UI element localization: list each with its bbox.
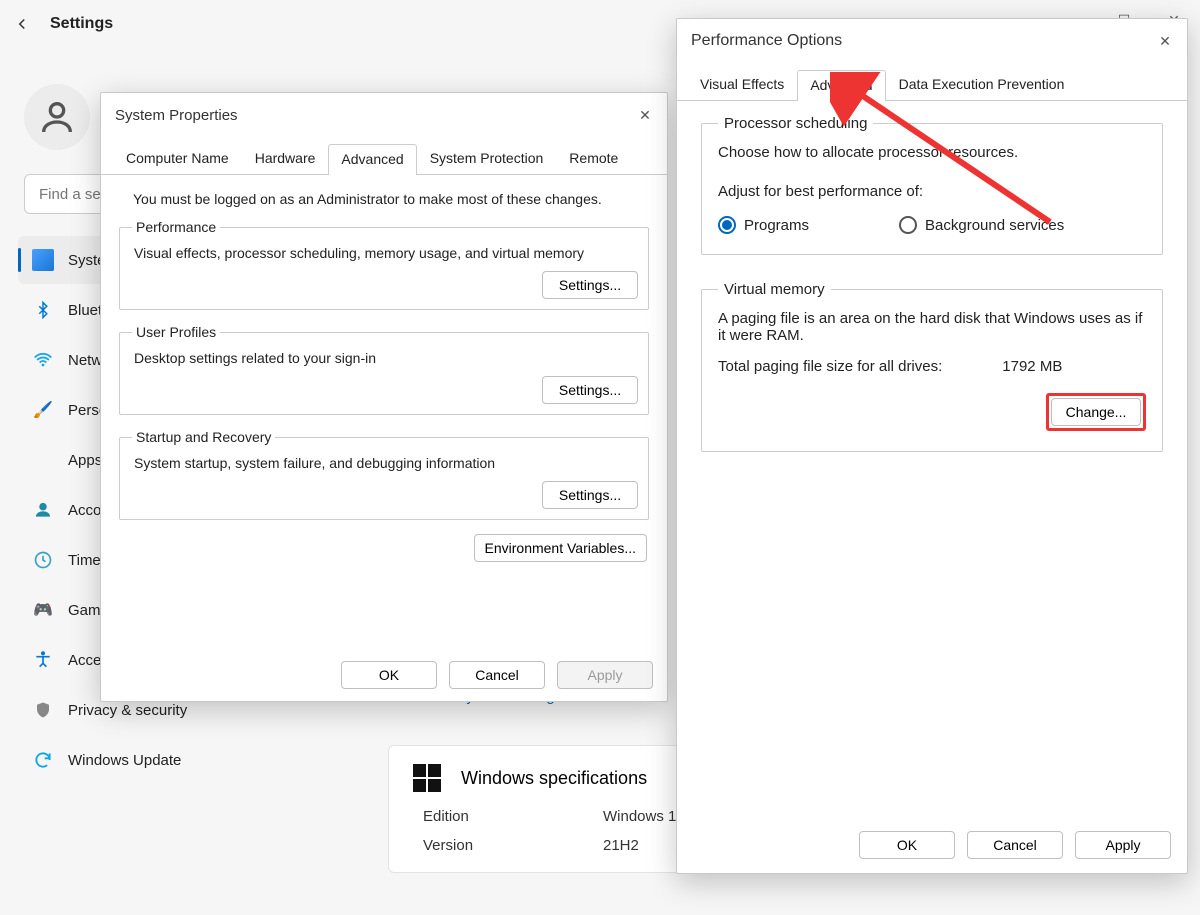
accounts-icon xyxy=(32,499,54,521)
tab-dep[interactable]: Data Execution Prevention xyxy=(886,69,1078,100)
profiles-desc: Desktop settings related to your sign-in xyxy=(134,350,636,366)
spec-key: Version xyxy=(423,837,603,854)
avatar-icon xyxy=(24,84,90,150)
ok-button[interactable]: OK xyxy=(859,831,955,859)
vm-total-label: Total paging file size for all drives: xyxy=(718,358,942,375)
virtual-memory-section: Virtual memory A paging file is an area … xyxy=(701,281,1163,452)
time-icon xyxy=(32,549,54,571)
spec-title: Windows specifications xyxy=(461,768,647,789)
close-icon[interactable]: ✕ xyxy=(1153,29,1177,53)
change-button[interactable]: Change... xyxy=(1051,398,1141,426)
nav-label: Apps xyxy=(68,452,102,469)
tab-visual-effects[interactable]: Visual Effects xyxy=(687,69,797,100)
ok-button[interactable]: OK xyxy=(341,661,437,689)
vm-desc: A paging file is an area on the hard dis… xyxy=(718,310,1146,344)
dialog-title: System Properties xyxy=(101,93,667,137)
accessibility-icon xyxy=(32,649,54,671)
user-profiles-section: User Profiles Desktop settings related t… xyxy=(119,324,649,415)
processor-scheduling-section: Processor scheduling Choose how to alloc… xyxy=(701,115,1163,255)
system-icon xyxy=(32,249,54,271)
settings-title: Settings xyxy=(50,15,113,33)
tab-row: Visual Effects Advanced Data Execution P… xyxy=(677,63,1187,101)
vm-legend: Virtual memory xyxy=(718,281,831,298)
startup-settings-button[interactable]: Settings... xyxy=(542,481,638,509)
tab-advanced[interactable]: Advanced xyxy=(328,144,416,175)
bluetooth-icon xyxy=(32,299,54,321)
proc-legend: Processor scheduling xyxy=(718,115,873,132)
update-icon xyxy=(32,749,54,771)
radio-background-services[interactable]: Background services xyxy=(899,216,1064,234)
performance-desc: Visual effects, processor scheduling, me… xyxy=(134,245,636,261)
proc-adjust-label: Adjust for best performance of: xyxy=(718,183,1146,200)
radio-programs[interactable]: Programs xyxy=(718,216,809,234)
nav-label: Privacy & security xyxy=(68,702,187,719)
profiles-settings-button[interactable]: Settings... xyxy=(542,376,638,404)
windows-logo-icon xyxy=(413,764,441,792)
startup-legend: Startup and Recovery xyxy=(132,429,275,445)
privacy-icon xyxy=(32,699,54,721)
startup-section: Startup and Recovery System startup, sys… xyxy=(119,429,649,520)
radio-label: Background services xyxy=(925,217,1064,234)
vm-total-value: 1792 MB xyxy=(1002,358,1062,375)
apply-button[interactable]: Apply xyxy=(1075,831,1171,859)
nav-update[interactable]: Windows Update xyxy=(18,736,352,784)
performance-section: Performance Visual effects, processor sc… xyxy=(119,219,649,310)
nav-label: Windows Update xyxy=(68,752,181,769)
environment-variables-button[interactable]: Environment Variables... xyxy=(474,534,647,562)
dialog-title: Performance Options xyxy=(677,19,1187,63)
tab-hardware[interactable]: Hardware xyxy=(242,143,329,174)
radio-icon xyxy=(899,216,917,234)
performance-settings-button[interactable]: Settings... xyxy=(542,271,638,299)
tab-advanced[interactable]: Advanced xyxy=(797,70,885,101)
radio-label: Programs xyxy=(744,217,809,234)
performance-options-dialog: Performance Options ✕ Visual Effects Adv… xyxy=(676,18,1188,874)
tab-computer-name[interactable]: Computer Name xyxy=(113,143,242,174)
apps-icon xyxy=(32,449,54,471)
close-icon[interactable]: ✕ xyxy=(633,103,657,127)
admin-note: You must be logged on as an Administrato… xyxy=(133,191,649,207)
performance-legend: Performance xyxy=(132,219,220,235)
cancel-button[interactable]: Cancel xyxy=(967,831,1063,859)
profiles-legend: User Profiles xyxy=(132,324,220,340)
gaming-icon: 🎮 xyxy=(32,599,54,621)
back-button[interactable] xyxy=(8,10,36,38)
annotation-highlight: Change... xyxy=(1046,393,1146,431)
system-properties-dialog: System Properties ✕ Computer Name Hardwa… xyxy=(100,92,668,702)
radio-icon xyxy=(718,216,736,234)
spec-key: Edition xyxy=(423,808,603,825)
tab-remote[interactable]: Remote xyxy=(556,143,631,174)
proc-desc: Choose how to allocate processor resourc… xyxy=(718,144,1146,161)
personalization-icon: 🖌️ xyxy=(32,399,54,421)
apply-button[interactable]: Apply xyxy=(557,661,653,689)
cancel-button[interactable]: Cancel xyxy=(449,661,545,689)
tab-system-protection[interactable]: System Protection xyxy=(417,143,557,174)
startup-desc: System startup, system failure, and debu… xyxy=(134,455,636,471)
network-icon xyxy=(32,349,54,371)
tab-row: Computer Name Hardware Advanced System P… xyxy=(101,137,667,175)
